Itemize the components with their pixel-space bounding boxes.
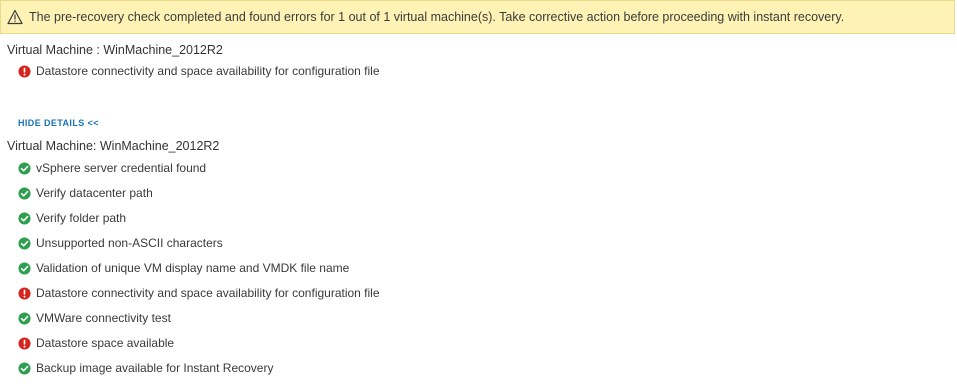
- check-item-label: Datastore connectivity and space availab…: [36, 64, 380, 78]
- warning-triangle-icon: [7, 9, 23, 25]
- check-item-label: Verify datacenter path: [36, 186, 153, 200]
- check-item: Datastore connectivity and space availab…: [18, 286, 380, 300]
- check-item: Validation of unique VM display name and…: [18, 261, 349, 275]
- warning-banner: The pre-recovery check completed and fou…: [0, 0, 955, 34]
- check-item-label: VMWare connectivity test: [36, 311, 171, 325]
- check-item: Verify folder path: [18, 211, 126, 225]
- check-item-label: Datastore connectivity and space availab…: [36, 286, 380, 300]
- check-item-label: Datastore space available: [36, 336, 175, 350]
- banner-message: The pre-recovery check completed and fou…: [29, 10, 845, 24]
- check-item-label: Verify folder path: [36, 211, 127, 225]
- check-item-label: Backup image available for Instant Recov…: [36, 361, 274, 375]
- check-item-label: vSphere server credential found: [36, 161, 207, 175]
- success-check-icon: [18, 261, 31, 275]
- summary-vm-title: Virtual Machine : WinMachine_2012R2: [7, 43, 223, 57]
- check-item: Datastore space available: [18, 336, 174, 350]
- check-item-label: Validation of unique VM display name and…: [36, 261, 350, 275]
- success-check-icon: [18, 361, 31, 375]
- hide-details-link[interactable]: HIDE DETAILS <<: [18, 118, 99, 128]
- error-exclamation-icon: [18, 286, 31, 300]
- error-exclamation-icon: [18, 64, 31, 78]
- check-item: Backup image available for Instant Recov…: [18, 361, 273, 375]
- error-exclamation-icon: [18, 336, 31, 350]
- success-check-icon: [18, 161, 31, 175]
- details-vm-title: Virtual Machine: WinMachine_2012R2: [7, 139, 220, 153]
- check-item-label: Unsupported non-ASCII characters: [36, 236, 223, 250]
- check-item: Verify datacenter path: [18, 186, 153, 200]
- check-item: Datastore connectivity and space availab…: [18, 64, 380, 78]
- success-check-icon: [18, 186, 31, 200]
- success-check-icon: [18, 236, 31, 250]
- success-check-icon: [18, 311, 31, 325]
- success-check-icon: [18, 211, 31, 225]
- check-item: Unsupported non-ASCII characters: [18, 236, 223, 250]
- check-item: VMWare connectivity test: [18, 311, 171, 325]
- check-item: vSphere server credential found: [18, 161, 206, 175]
